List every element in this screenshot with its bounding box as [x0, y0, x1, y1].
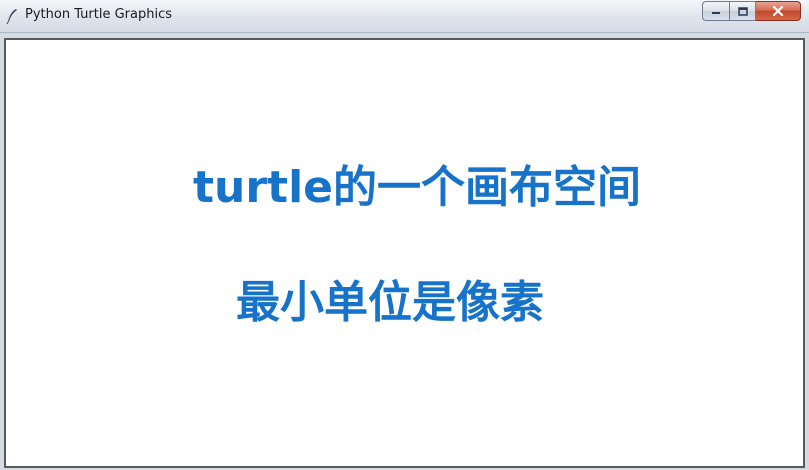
feather-icon [6, 9, 17, 24]
canvas-text-line2: 最小单位是像素 [236, 277, 544, 328]
maximize-icon [737, 6, 748, 16]
turtle-canvas[interactable] [4, 38, 805, 468]
close-icon [772, 6, 784, 16]
minimize-icon [712, 12, 720, 14]
close-button[interactable] [756, 1, 801, 21]
turtle-window: Python Turtle Graphics turtle的一个画布空间 最小单… [0, 0, 809, 470]
maximize-button[interactable] [729, 1, 756, 21]
title-bar[interactable]: Python Turtle Graphics [0, 0, 809, 33]
canvas-text-line1: turtle的一个画布空间 [193, 162, 642, 213]
window-controls [702, 1, 801, 21]
window-title: Python Turtle Graphics [25, 7, 172, 22]
minimize-button[interactable] [702, 1, 729, 21]
